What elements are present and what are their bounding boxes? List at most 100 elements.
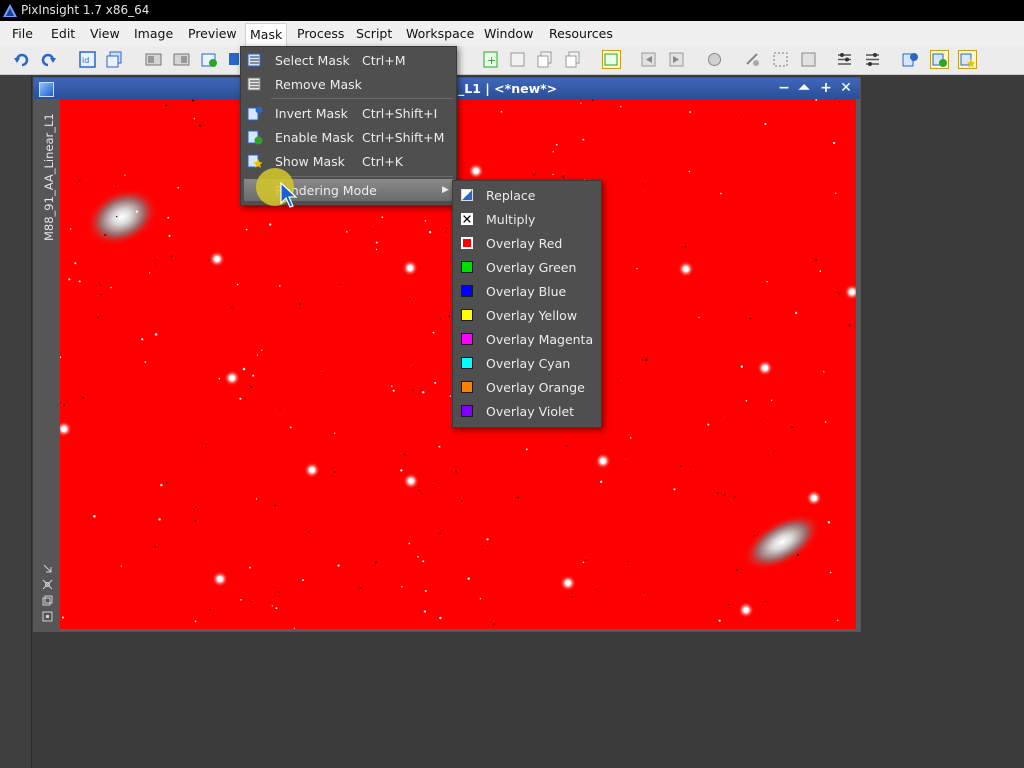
star: [191, 99, 195, 102]
menu-resources[interactable]: Resources: [549, 26, 613, 41]
star: [838, 101, 840, 103]
maximize-button[interactable]: +: [818, 80, 834, 96]
star: [333, 471, 336, 473]
crosshair-icon[interactable]: [42, 579, 53, 590]
menu-item-overlay-yellow[interactable]: Overlay Yellow: [453, 304, 601, 326]
select-mask-label: Select Mask: [275, 53, 350, 68]
redo-icon[interactable]: [40, 51, 57, 68]
star: [424, 589, 427, 593]
close-button[interactable]: ✕: [838, 80, 854, 96]
star: [582, 138, 585, 141]
undo-icon[interactable]: [13, 51, 30, 68]
star: [177, 186, 179, 189]
star: [207, 259, 209, 261]
pixinsight-logo-icon: [3, 4, 17, 17]
menu-item-enable-mask[interactable]: Enable Mask Ctrl+Shift+M: [241, 126, 456, 148]
history-forward-icon[interactable]: [668, 51, 685, 68]
enable-mask-toolbar-icon[interactable]: [930, 50, 949, 69]
menu-item-overlay-green[interactable]: Overlay Green: [453, 256, 601, 278]
star: [439, 318, 442, 320]
menu-item-overlay-magenta[interactable]: Overlay Magenta: [453, 328, 601, 350]
star: [571, 596, 573, 598]
paste-icon[interactable]: [565, 51, 582, 68]
star: [500, 110, 503, 113]
star: [766, 280, 768, 283]
star: [688, 170, 691, 173]
star: [824, 421, 827, 423]
auto-stf-icon[interactable]: [864, 51, 881, 68]
star: [434, 381, 437, 384]
star: [439, 532, 442, 535]
menu-item-remove-mask[interactable]: Remove Mask: [241, 73, 456, 95]
star: [720, 192, 722, 195]
star: [249, 566, 251, 569]
menu-item-replace[interactable]: Replace: [453, 184, 601, 206]
history-back-icon[interactable]: [640, 51, 657, 68]
new-preview-icon[interactable]: [145, 51, 162, 68]
star: [620, 106, 622, 108]
menu-file[interactable]: File: [12, 26, 33, 41]
shade-button[interactable]: ⏶: [796, 80, 812, 96]
menu-item-select-mask[interactable]: Select Mask Ctrl+M: [241, 49, 456, 71]
menu-window[interactable]: Window: [484, 26, 533, 41]
minimize-button[interactable]: −: [776, 80, 792, 96]
menu-item-multiply[interactable]: Multiply: [453, 208, 601, 230]
star: [209, 608, 211, 611]
menu-item-overlay-red[interactable]: Overlay Red: [453, 232, 601, 254]
duplicate-image-icon[interactable]: [106, 51, 123, 68]
arrow-down-right-icon[interactable]: [42, 563, 53, 574]
bright-star: [757, 360, 773, 376]
menu-mask[interactable]: Mask: [245, 23, 288, 46]
stf-tool-icon[interactable]: [836, 51, 853, 68]
menu-preview[interactable]: Preview: [188, 26, 237, 41]
menu-item-overlay-orange[interactable]: Overlay Orange: [453, 376, 601, 398]
fit-view-icon[interactable]: [772, 51, 789, 68]
star: [230, 306, 233, 309]
image-identifier-icon[interactable]: id: [79, 51, 96, 68]
overlay-red-color-swatch: [461, 237, 473, 249]
add-preview-icon[interactable]: [201, 51, 218, 68]
star: [582, 561, 585, 563]
menu-item-overlay-blue[interactable]: Overlay Blue: [453, 280, 601, 302]
overlay-cyan-label: Overlay Cyan: [486, 356, 571, 371]
readout-tool-icon[interactable]: [744, 51, 761, 68]
star: [707, 423, 710, 426]
star: [764, 122, 767, 126]
new-image-icon[interactable]: +: [482, 51, 499, 68]
zoom-fit-icon[interactable]: [800, 51, 817, 68]
star: [242, 367, 246, 371]
menu-image[interactable]: Image: [134, 26, 173, 41]
image-id-tab[interactable]: M88_91_AA_Linear_L1: [34, 99, 60, 631]
overlay-magenta-label: Overlay Magenta: [486, 332, 594, 347]
star: [141, 338, 144, 341]
star: [673, 488, 676, 491]
menu-edit[interactable]: Edit: [51, 26, 75, 41]
pan-tool-icon[interactable]: [706, 51, 723, 68]
star: [165, 104, 168, 107]
copy-icon[interactable]: [537, 51, 554, 68]
invert-mask-toolbar-icon[interactable]: [902, 51, 919, 68]
preview-tool-icon[interactable]: [173, 51, 190, 68]
star: [437, 482, 440, 485]
star: [135, 210, 139, 213]
menu-view[interactable]: View: [90, 26, 120, 41]
star-tool-icon[interactable]: [602, 50, 621, 69]
open-file-icon[interactable]: [509, 51, 526, 68]
star: [716, 491, 719, 494]
star: [829, 571, 832, 574]
menu-workspace[interactable]: Workspace: [406, 26, 474, 41]
star: [403, 453, 406, 456]
zoom-box-icon[interactable]: [42, 611, 53, 622]
menu-script[interactable]: Script: [356, 26, 392, 41]
menu-process[interactable]: Process: [297, 26, 344, 41]
show-mask-toolbar-icon[interactable]: [958, 50, 977, 69]
star: [160, 483, 163, 487]
star: [279, 408, 281, 410]
star: [492, 622, 495, 625]
menu-item-overlay-cyan[interactable]: Overlay Cyan: [453, 352, 601, 374]
restore-icon[interactable]: [42, 595, 53, 606]
star: [765, 600, 767, 603]
menu-item-overlay-violet[interactable]: Overlay Violet: [453, 400, 601, 422]
menu-item-invert-mask[interactable]: Invert Mask Ctrl+Shift+I: [241, 102, 456, 124]
remove-mask-icon: [247, 77, 261, 91]
